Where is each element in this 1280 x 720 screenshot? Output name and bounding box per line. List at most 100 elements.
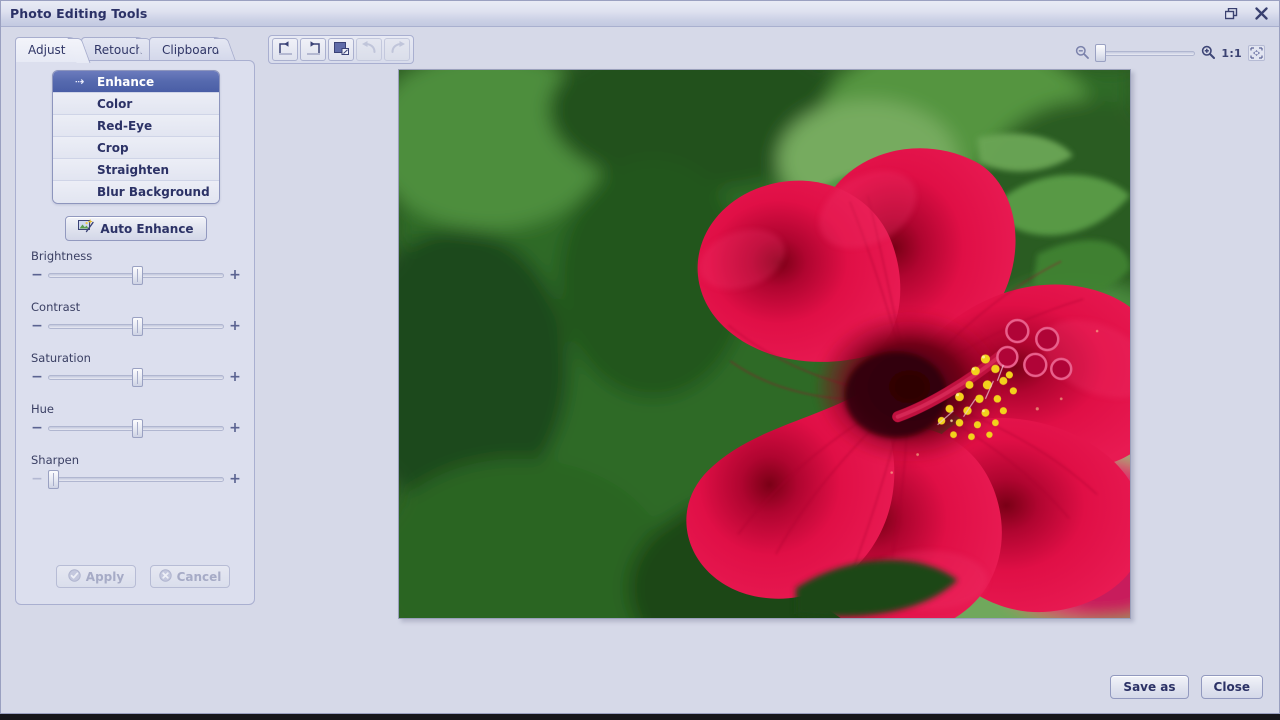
slider-row-contrast: − + <box>30 317 242 336</box>
contrast-decrease-button[interactable]: − <box>30 318 44 334</box>
rotate-left-button[interactable] <box>272 38 298 61</box>
auto-enhance-button[interactable]: Auto Enhance <box>65 216 207 241</box>
zoom-out-button[interactable] <box>1075 44 1090 63</box>
sharpen-increase-button[interactable]: + <box>228 471 242 487</box>
slider-group-contrast: Contrast − + <box>30 300 242 336</box>
tool-item-color[interactable]: Color <box>53 93 219 115</box>
tool-item-straighten[interactable]: Straighten <box>53 159 219 181</box>
slider-thumb[interactable] <box>132 266 144 285</box>
cancel-button[interactable]: Cancel <box>150 565 230 588</box>
tool-item-enhance-label: Enhance <box>97 75 155 89</box>
tab-retouch[interactable]: Retouch <box>81 37 159 62</box>
brightness-slider[interactable] <box>48 266 224 285</box>
actual-size-button[interactable]: 1:1 <box>1221 47 1242 60</box>
brightness-decrease-button[interactable]: − <box>30 267 44 283</box>
check-circle-icon <box>68 568 81 585</box>
image-toolbar <box>268 35 414 64</box>
tool-list: ⇢ Enhance Color Red-Eye Crop Straighten … <box>52 70 220 204</box>
resize-image-button[interactable] <box>328 38 354 61</box>
slider-track <box>48 477 224 482</box>
slider-label-contrast: Contrast <box>31 300 81 314</box>
sharpen-slider[interactable] <box>48 470 224 489</box>
saturation-increase-button[interactable]: + <box>228 369 242 385</box>
panel-action-buttons: Apply Cancel <box>56 565 230 588</box>
zoom-in-button[interactable] <box>1201 44 1216 63</box>
slider-row-sharpen: − + <box>30 470 242 489</box>
adjustment-sliders: Brightness − + Contrast − + Saturation −… <box>30 249 242 504</box>
slider-group-hue: Hue − + <box>30 402 242 438</box>
photo-wand-icon <box>78 219 95 238</box>
close-dialog-button[interactable]: Close <box>1200 675 1263 699</box>
auto-enhance-label: Auto Enhance <box>100 221 194 236</box>
slider-row-brightness: − + <box>30 266 242 285</box>
slider-label-hue: Hue <box>31 402 55 416</box>
tab-adjust-label: Adjust <box>28 43 66 57</box>
saturation-decrease-button[interactable]: − <box>30 369 44 385</box>
x-circle-icon <box>158 568 172 585</box>
slider-thumb[interactable] <box>132 317 144 336</box>
tab-strip: Adjust Retouch Clipboard <box>15 37 255 63</box>
tool-item-red-eye-label: Red-Eye <box>97 119 153 133</box>
tool-item-straighten-label: Straighten <box>97 163 170 177</box>
redo-icon <box>389 40 406 59</box>
zoom-slider-thumb[interactable] <box>1095 44 1107 62</box>
photo-editing-window: Photo Editing Tools Adjust Retouch Clipb… <box>0 0 1280 714</box>
slider-thumb[interactable] <box>48 470 59 489</box>
brightness-increase-button[interactable]: + <box>228 267 242 283</box>
restore-button[interactable] <box>1221 4 1241 23</box>
slider-label-saturation: Saturation <box>31 351 91 365</box>
tool-item-blur-background[interactable]: Blur Background <box>53 181 219 203</box>
tool-item-enhance[interactable]: ⇢ Enhance <box>53 71 219 93</box>
desktop-taskbar <box>0 714 1280 720</box>
rotate-right-button[interactable] <box>300 38 326 61</box>
apply-label: Apply <box>85 569 125 584</box>
tool-item-blur-background-label: Blur Background <box>97 185 210 199</box>
selection-arrow-icon: ⇢ <box>75 75 85 88</box>
hue-slider[interactable] <box>48 419 224 438</box>
image-canvas[interactable] <box>398 69 1131 619</box>
close-button[interactable] <box>1251 4 1271 23</box>
save-as-button[interactable]: Save as <box>1110 675 1189 699</box>
contrast-slider[interactable] <box>48 317 224 336</box>
slider-row-hue: − + <box>30 419 242 438</box>
slider-thumb[interactable] <box>132 419 144 438</box>
rotate-right-icon <box>305 40 322 60</box>
zoom-slider[interactable] <box>1095 44 1196 62</box>
slider-group-sharpen: Sharpen − + <box>30 453 242 489</box>
slider-label-brightness: Brightness <box>31 249 93 263</box>
tool-item-red-eye[interactable]: Red-Eye <box>53 115 219 137</box>
tab-edge <box>213 38 237 62</box>
tab-clipboard[interactable]: Clipboard <box>149 37 237 62</box>
slider-group-brightness: Brightness − + <box>30 249 242 285</box>
saturation-slider[interactable] <box>48 368 224 387</box>
title-bar-buttons <box>1221 4 1271 23</box>
tab-clipboard-label: Clipboard <box>162 43 220 57</box>
hue-increase-button[interactable]: + <box>228 420 242 436</box>
sharpen-decrease-button[interactable]: − <box>30 471 44 487</box>
tool-item-crop-label: Crop <box>97 141 129 155</box>
cancel-label: Cancel <box>176 569 222 584</box>
window-title: Photo Editing Tools <box>10 6 148 21</box>
zoom-controls: 1:1 <box>1075 43 1265 63</box>
fit-to-window-button[interactable] <box>1248 45 1265 61</box>
title-bar: Photo Editing Tools <box>1 1 1279 27</box>
tool-item-color-label: Color <box>97 97 133 111</box>
hibiscus-photo <box>399 70 1130 618</box>
slider-label-sharpen: Sharpen <box>31 453 80 467</box>
rotate-left-icon <box>277 40 294 60</box>
slider-group-saturation: Saturation − + <box>30 351 242 387</box>
resize-image-icon <box>333 40 350 60</box>
redo-button[interactable] <box>384 38 410 61</box>
slider-thumb[interactable] <box>132 368 144 387</box>
undo-button[interactable] <box>356 38 382 61</box>
apply-button[interactable]: Apply <box>56 565 136 588</box>
hue-decrease-button[interactable]: − <box>30 420 44 436</box>
undo-icon <box>361 40 378 59</box>
tool-item-crop[interactable]: Crop <box>53 137 219 159</box>
contrast-increase-button[interactable]: + <box>228 318 242 334</box>
zoom-slider-track <box>1095 51 1196 56</box>
adjust-panel: ⇢ Enhance Color Red-Eye Crop Straighten … <box>15 60 255 605</box>
tab-adjust[interactable]: Adjust <box>15 37 91 63</box>
tab-retouch-label: Retouch <box>94 43 144 57</box>
slider-row-saturation: − + <box>30 368 242 387</box>
